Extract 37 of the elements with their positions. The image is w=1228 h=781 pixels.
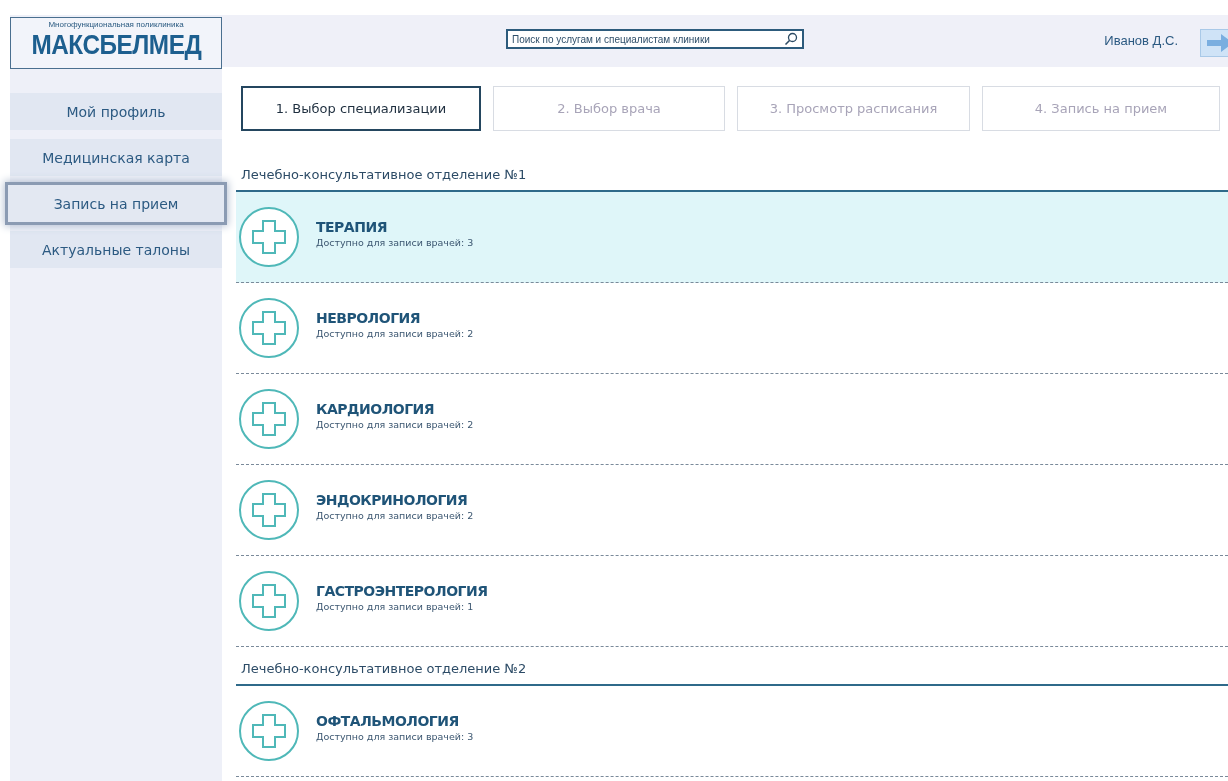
user-name: Иванов Д.С. xyxy=(1104,33,1178,48)
availability-text: Доступно для записи врачей: 1 xyxy=(316,600,475,612)
sidebar-item[interactable]: Актуальные талоны xyxy=(10,231,222,268)
step-tab[interactable]: 1. Выбор специализации xyxy=(241,86,481,131)
specialty-name: КАРДИОЛОГИЯ xyxy=(316,400,436,417)
availability-text: Доступно для записи врачей: 3 xyxy=(316,236,474,248)
specialty-row[interactable]: КАРДИОЛОГИЯ Доступно для записи врачей: 2 xyxy=(236,374,1228,465)
medical-cross-icon xyxy=(238,700,300,762)
medical-cross-icon xyxy=(238,206,300,268)
availability-text: Доступно для записи врачей: 2 xyxy=(316,327,474,339)
availability-text: Доступно для записи врачей: 3 xyxy=(316,730,474,742)
logout-button[interactable] xyxy=(1200,29,1228,57)
medical-cross-icon xyxy=(238,479,300,541)
search-icon xyxy=(784,32,798,46)
specialty-row[interactable]: НЕВРОЛОГИЯ Доступно для записи врачей: 2 xyxy=(236,283,1228,374)
logo-tagline: Многофункциональная поликлиника xyxy=(48,20,184,29)
medical-cross-icon xyxy=(238,388,300,450)
sidebar-item[interactable]: Запись на прием xyxy=(8,185,224,222)
specialty-row[interactable]: ГАСТРОЭНТЕРОЛОГИЯ Доступно для записи врачей: 1 xyxy=(236,556,1228,647)
arrow-right-icon xyxy=(1207,34,1228,52)
logo-name: МАКСБЕЛМЕД xyxy=(31,29,201,61)
medical-cross-icon xyxy=(238,570,300,632)
availability-text: Доступно для записи врачей: 2 xyxy=(316,418,474,430)
sidebar-item[interactable]: Медицинская карта xyxy=(10,139,222,176)
specialty-row[interactable]: ТЕРАПИЯ Доступно для записи врачей: 3 xyxy=(236,192,1228,283)
specialty-name: ОФТАЛЬМОЛОГИЯ xyxy=(316,712,460,729)
department-heading: Лечебно-консультативное отделение №2 xyxy=(236,647,1228,686)
specialty-name: ГАСТРОЭНТЕРОЛОГИЯ xyxy=(316,582,488,599)
availability-text: Доступно для записи врачей: 2 xyxy=(316,509,474,521)
specialty-row[interactable]: ЭНДОКРИНОЛОГИЯ Доступно для записи врачей: 2 xyxy=(236,465,1228,556)
specialty-name: ЭНДОКРИНОЛОГИЯ xyxy=(316,491,469,508)
sidebar-item[interactable]: Мой профиль xyxy=(10,93,222,130)
medical-cross-icon xyxy=(238,297,300,359)
specialty-row[interactable]: ОФТАЛЬМОЛОГИЯ Доступно для записи врачей: 3 xyxy=(236,686,1228,777)
specialty-name: НЕВРОЛОГИЯ xyxy=(316,309,422,326)
search-field[interactable]: Поиск по услугам и специалистам клиники xyxy=(506,29,804,49)
specialty-name: ТЕРАПИЯ xyxy=(316,218,388,235)
